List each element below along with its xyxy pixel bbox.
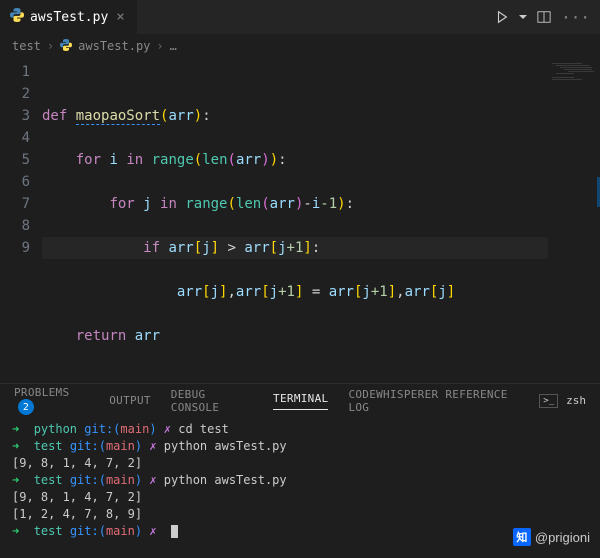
editor-actions: ···: [495, 8, 600, 27]
bottom-panel: PROBLEMS 2 OUTPUT DEBUG CONSOLE TERMINAL…: [0, 383, 600, 558]
code-line: arr[j],arr[j+1] = arr[j+1],arr[j]: [42, 281, 548, 303]
python-file-icon: [10, 8, 24, 26]
terminal-line: [9, 8, 1, 4, 7, 2]: [12, 489, 588, 506]
close-tab-icon[interactable]: ×: [114, 7, 126, 27]
tab-output[interactable]: OUTPUT: [109, 394, 151, 407]
python-file-icon: [60, 39, 72, 54]
terminal-line: ➜ test git:(main) ✗: [12, 523, 588, 540]
run-icon[interactable]: [495, 10, 509, 24]
split-editor-icon[interactable]: [537, 10, 551, 24]
line-number: 1: [0, 61, 30, 83]
breadcrumb[interactable]: test › awsTest.py › …: [0, 35, 600, 57]
terminal-shell-label: zsh: [566, 394, 586, 407]
terminal-line: ➜ python git:(main) ✗ cd test: [12, 421, 588, 438]
line-number: 6: [0, 171, 30, 193]
run-dropdown-icon[interactable]: [519, 13, 527, 21]
code-line: if arr[j] > arr[j+1]:: [42, 237, 548, 259]
zhihu-logo-icon: 知: [513, 528, 531, 546]
line-number: 4: [0, 127, 30, 149]
terminal-line: ➜ test git:(main) ✗ python awsTest.py: [12, 438, 588, 455]
terminal-selector[interactable]: >_ zsh: [539, 394, 586, 408]
line-number: 7: [0, 193, 30, 215]
line-number: 8: [0, 215, 30, 237]
tab-debug-console[interactable]: DEBUG CONSOLE: [171, 388, 253, 414]
minimap[interactable]: [548, 57, 600, 357]
tab-terminal[interactable]: TERMINAL: [273, 392, 328, 410]
terminal-line: [9, 8, 1, 4, 7, 2]: [12, 455, 588, 472]
code-line: def maopaoSort(arr):: [42, 105, 548, 127]
code-area[interactable]: def maopaoSort(arr): for i in range(len(…: [42, 57, 548, 357]
terminal-line: [1, 2, 4, 7, 8, 9]: [12, 506, 588, 523]
code-line: return arr: [42, 325, 548, 347]
code-line: for i in range(len(arr)):: [42, 149, 548, 171]
watermark-text: @prigioni: [535, 530, 590, 545]
chevron-right-icon: ›: [47, 39, 54, 53]
tab-problems[interactable]: PROBLEMS 2: [14, 386, 89, 415]
breadcrumb-file[interactable]: awsTest.py: [78, 39, 150, 53]
breadcrumb-folder[interactable]: test: [12, 39, 41, 53]
breadcrumb-more[interactable]: …: [170, 39, 177, 53]
terminal[interactable]: ➜ python git:(main) ✗ cd test➜ test git:…: [0, 417, 600, 544]
line-number: 9: [0, 237, 30, 259]
code-editor[interactable]: 1 2 3 4 5 6 7 8 9 def maopaoSort(arr): f…: [0, 57, 600, 357]
line-number: 3: [0, 105, 30, 127]
line-number-gutter: 1 2 3 4 5 6 7 8 9: [0, 57, 42, 357]
more-actions-icon[interactable]: ···: [561, 8, 590, 27]
chevron-right-icon: ›: [156, 39, 163, 53]
panel-tabs: PROBLEMS 2 OUTPUT DEBUG CONSOLE TERMINAL…: [0, 384, 600, 417]
editor-tab[interactable]: awsTest.py ×: [0, 0, 137, 35]
code-line: for j in range(len(arr)-i-1):: [42, 193, 548, 215]
terminal-launch-icon: >_: [539, 394, 558, 408]
terminal-line: ➜ test git:(main) ✗ python awsTest.py: [12, 472, 588, 489]
tab-codewhisperer[interactable]: CODEWHISPERER REFERENCE LOG: [348, 388, 519, 414]
tab-bar: awsTest.py × ···: [0, 0, 600, 35]
problems-badge: 2: [18, 399, 34, 415]
tab-filename: awsTest.py: [30, 10, 108, 25]
line-number: 5: [0, 149, 30, 171]
line-number: 2: [0, 83, 30, 105]
watermark: 知 @prigioni: [513, 528, 590, 546]
